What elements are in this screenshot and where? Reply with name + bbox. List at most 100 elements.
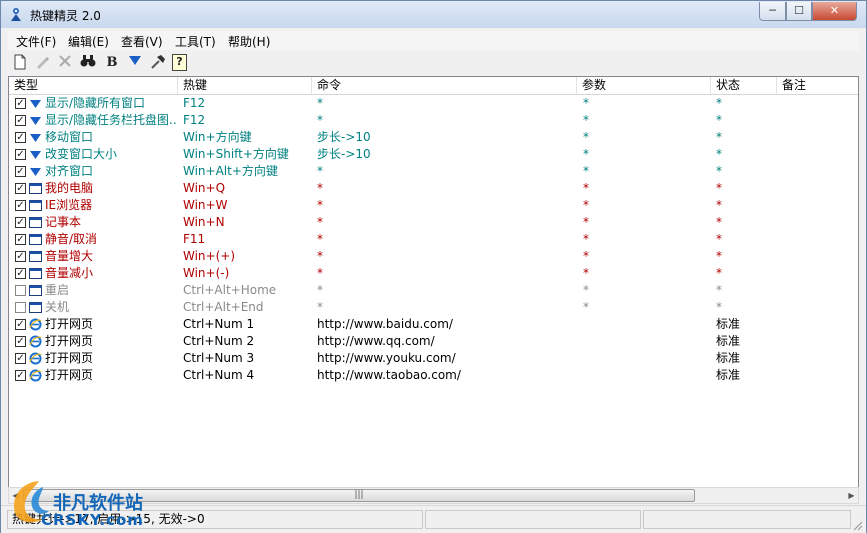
row-enabled-checkbox[interactable]: ✓: [15, 200, 26, 211]
menu-help[interactable]: 帮助(H): [228, 33, 270, 50]
watermark: 非凡软件站 CRSKY.com: [1, 471, 166, 533]
table-row[interactable]: ✓ 记事本 Win+N * * *: [9, 214, 858, 231]
row-enabled-checkbox[interactable]: ✓: [15, 370, 26, 381]
row-status: *: [716, 300, 722, 314]
row-command: http://www.baidu.com/: [317, 317, 453, 331]
new-file-icon[interactable]: [11, 54, 29, 72]
table-row[interactable]: ✓ 对齐窗口 Win+Alt+方向键 * * *: [9, 163, 858, 180]
table-row[interactable]: ✓ IE浏览器 Win+W * * *: [9, 197, 858, 214]
row-command: *: [317, 232, 323, 246]
table-row[interactable]: ✓ 音量减小 Win+(-) * * *: [9, 265, 858, 282]
table-row[interactable]: ✓ 显示/隐藏任务栏托盘图.. F12 * * *: [9, 112, 858, 129]
row-param: *: [583, 181, 589, 195]
row-enabled-checkbox[interactable]: ✓: [15, 268, 26, 279]
row-enabled-checkbox[interactable]: ✓: [15, 217, 26, 228]
toolbar: B ?: [8, 51, 859, 75]
row-command: http://www.qq.com/: [317, 334, 435, 348]
row-enabled-checkbox[interactable]: ✓: [15, 166, 26, 177]
row-status: *: [716, 113, 722, 127]
row-hotkey: F12: [183, 113, 206, 127]
row-status: *: [716, 198, 722, 212]
main-window: 热键精灵 2.0 ─ ☐ ✕ 文件(F) 编辑(E) 查看(V) 工具(T) 帮…: [0, 0, 867, 533]
row-hotkey: Ctrl+Num 4: [183, 368, 255, 382]
row-enabled-checkbox[interactable]: ✓: [15, 149, 26, 160]
row-enabled-checkbox[interactable]: ✓: [15, 115, 26, 126]
row-enabled-checkbox[interactable]: ✓: [15, 183, 26, 194]
row-note: [782, 316, 856, 333]
row-param: [583, 367, 709, 384]
menu-tools[interactable]: 工具(T): [175, 33, 216, 50]
row-note: [782, 248, 856, 265]
row-enabled-checkbox[interactable]: [15, 285, 26, 296]
title-bar[interactable]: 热键精灵 2.0 ─ ☐ ✕: [1, 1, 866, 28]
maximize-button[interactable]: ☐: [786, 2, 812, 21]
row-note: [782, 282, 856, 299]
bold-button[interactable]: B: [103, 54, 121, 72]
minimize-button[interactable]: ─: [759, 2, 786, 21]
hotkey-list[interactable]: 类型 热键 命令 参数 状态 备注 ✓ 显示/隐藏所有窗口 F12 * * * ✓ 显示/隐藏…: [8, 76, 859, 489]
row-param: *: [583, 96, 589, 110]
table-row[interactable]: ✓ 打开网页 Ctrl+Num 1 http://www.baidu.com/标准: [9, 316, 858, 333]
row-note: [782, 112, 856, 129]
table-row[interactable]: ✓ 打开网页 Ctrl+Num 3 http://www.youku.com/标准: [9, 350, 858, 367]
row-name: 显示/隐藏所有窗口: [45, 96, 146, 110]
row-enabled-checkbox[interactable]: ✓: [15, 98, 26, 109]
row-command: *: [317, 164, 323, 178]
row-param: *: [583, 215, 589, 229]
row-status: 标准: [716, 368, 741, 382]
table-row[interactable]: ✓ 静音/取消 F11 * * *: [9, 231, 858, 248]
row-param: *: [583, 147, 589, 161]
table-row[interactable]: ✓ 我的电脑 Win+Q * * *: [9, 180, 858, 197]
menu-edit[interactable]: 编辑(E): [68, 33, 109, 50]
delete-disabled-icon[interactable]: [56, 54, 74, 72]
row-hotkey: Win+N: [183, 215, 225, 229]
menu-view[interactable]: 查看(V): [121, 33, 163, 50]
row-status: *: [716, 181, 722, 195]
row-enabled-checkbox[interactable]: ✓: [15, 251, 26, 262]
row-command: http://www.taobao.com/: [317, 368, 461, 382]
table-row[interactable]: 重启 Ctrl+Alt+Home * * *: [9, 282, 858, 299]
row-status: *: [716, 283, 722, 297]
close-button[interactable]: ✕: [812, 2, 857, 21]
row-param: [583, 333, 709, 350]
column-status[interactable]: 状态: [711, 77, 777, 94]
row-enabled-checkbox[interactable]: [15, 302, 26, 313]
row-command: *: [317, 198, 323, 212]
resize-grip-icon[interactable]: [851, 519, 863, 531]
row-param: *: [583, 232, 589, 246]
table-row[interactable]: ✓ 显示/隐藏所有窗口 F12 * * *: [9, 95, 858, 112]
help-button[interactable]: ?: [172, 54, 187, 71]
menu-bar: 文件(F) 编辑(E) 查看(V) 工具(T) 帮助(H): [8, 31, 859, 50]
row-enabled-checkbox[interactable]: ✓: [15, 234, 26, 245]
table-row[interactable]: ✓ 打开网页 Ctrl+Num 2 http://www.qq.com/标准: [9, 333, 858, 350]
table-row[interactable]: ✓ 音量增大 Win+(+) * * *: [9, 248, 858, 265]
move-down-icon[interactable]: [126, 54, 144, 72]
row-command: http://www.youku.com/: [317, 351, 456, 365]
scroll-right-icon[interactable]: ▶: [845, 489, 858, 502]
row-param: [583, 350, 709, 367]
row-enabled-checkbox[interactable]: ✓: [15, 319, 26, 330]
column-command[interactable]: 命令: [312, 77, 577, 94]
tools-hammer-icon[interactable]: [149, 54, 167, 72]
row-name: 关机: [45, 300, 70, 314]
table-row[interactable]: ✓ 打开网页 Ctrl+Num 4 http://www.taobao.com/标准: [9, 367, 858, 384]
row-enabled-checkbox[interactable]: ✓: [15, 132, 26, 143]
table-row[interactable]: ✓ 改变窗口大小 Win+Shift+方向键 步长->10 * *: [9, 146, 858, 163]
row-enabled-checkbox[interactable]: ✓: [15, 336, 26, 347]
row-param: *: [583, 164, 589, 178]
row-param: *: [583, 113, 589, 127]
row-name: 改变窗口大小: [45, 147, 118, 161]
column-note[interactable]: 备注: [777, 77, 858, 94]
row-enabled-checkbox[interactable]: ✓: [15, 353, 26, 364]
edit-disabled-icon[interactable]: [33, 54, 51, 72]
row-hotkey: Win+Alt+方向键: [183, 164, 278, 178]
table-row[interactable]: ✓ 移动窗口 Win+方向键 步长->10 * *: [9, 129, 858, 146]
menu-file[interactable]: 文件(F): [16, 33, 56, 50]
column-hotkey[interactable]: 热键: [178, 77, 312, 94]
table-row[interactable]: 关机 Ctrl+Alt+End * * *: [9, 299, 858, 316]
column-type[interactable]: 类型: [9, 77, 178, 94]
row-command: 步长->10: [317, 147, 371, 161]
binoculars-find-icon[interactable]: [79, 54, 97, 72]
row-note: [782, 214, 856, 231]
column-param[interactable]: 参数: [577, 77, 711, 94]
